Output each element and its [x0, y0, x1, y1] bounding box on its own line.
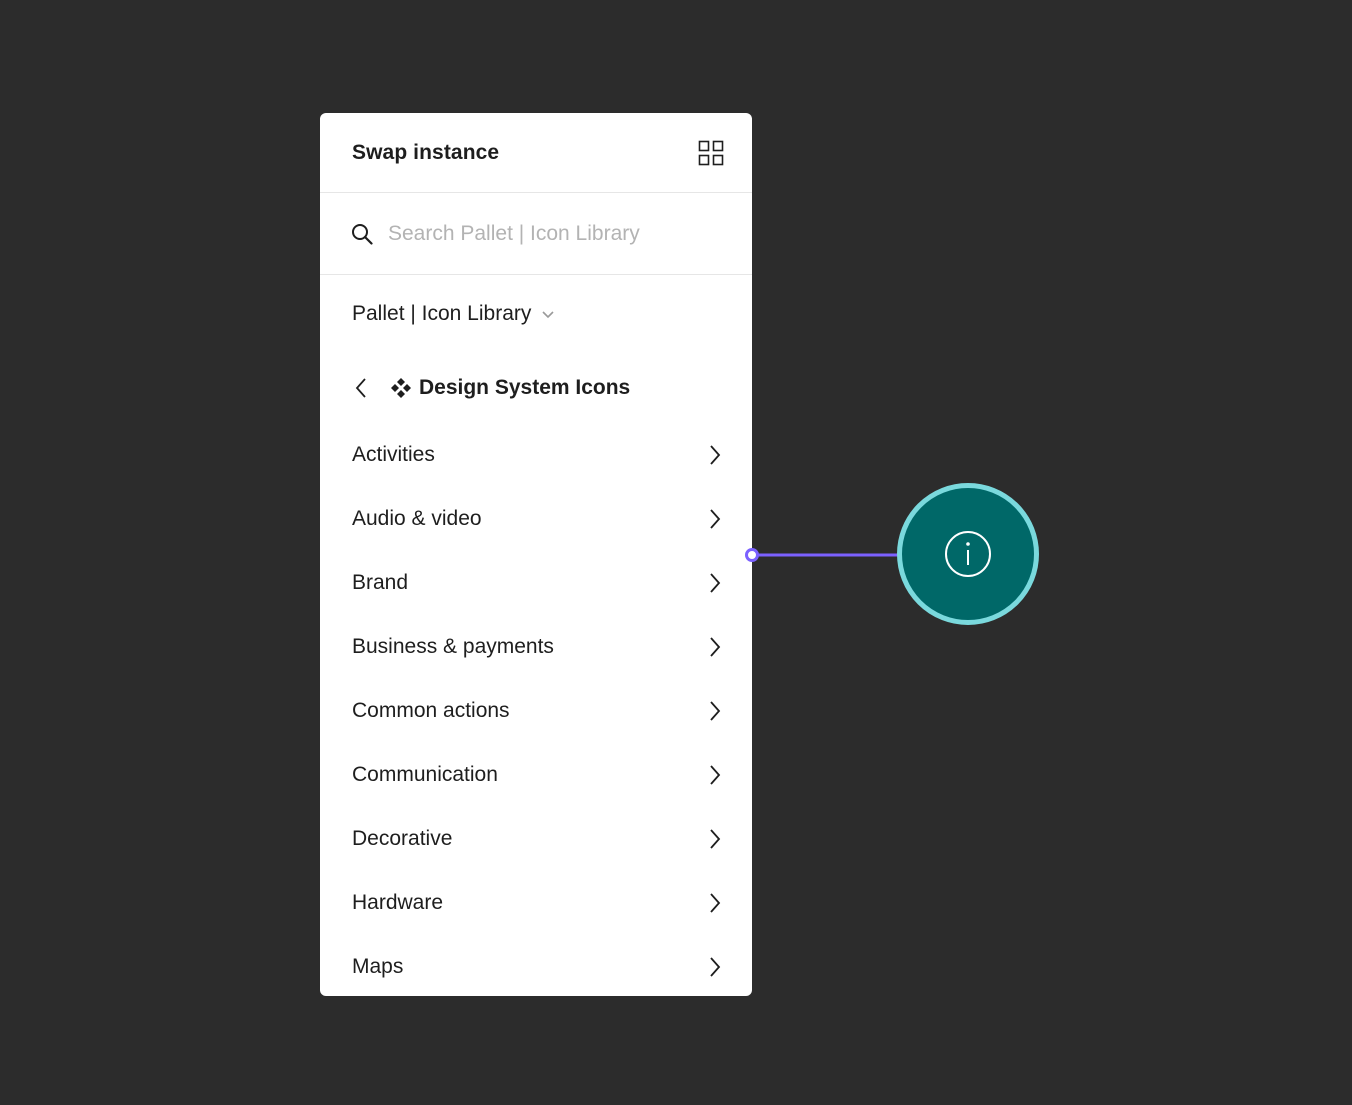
search-input[interactable]: [388, 221, 728, 246]
chevron-right-icon: [708, 636, 722, 658]
list-item[interactable]: Decorative: [320, 807, 752, 871]
info-annotation-badge: [897, 483, 1039, 625]
list-item[interactable]: Common actions: [320, 679, 752, 743]
library-label: Pallet | Icon Library: [352, 302, 532, 325]
chevron-right-icon: [708, 572, 722, 594]
list-item-label: Common actions: [352, 699, 510, 722]
chevron-right-icon: [708, 444, 722, 466]
list-item[interactable]: Hardware: [320, 871, 752, 935]
breadcrumb-title: Design System Icons: [419, 376, 631, 399]
list-item-label: Maps: [352, 955, 404, 978]
list-item[interactable]: Audio & video: [320, 487, 752, 551]
panel-header: Swap instance: [320, 113, 752, 193]
grid-view-button[interactable]: [696, 138, 726, 168]
list-item[interactable]: Communication: [320, 743, 752, 807]
list-item[interactable]: Maps: [320, 935, 752, 996]
back-button[interactable]: [350, 375, 372, 401]
list-item-label: Decorative: [352, 827, 453, 850]
component-icon: [390, 377, 412, 399]
panel-title: Swap instance: [352, 140, 500, 164]
search-icon: [350, 222, 374, 246]
library-selector[interactable]: Pallet | Icon Library: [320, 275, 752, 353]
chevron-right-icon: [708, 892, 722, 914]
grid-view-icon: [698, 140, 724, 165]
list-item-label: Brand: [352, 571, 409, 594]
info-icon: [945, 531, 991, 577]
chevron-right-icon: [708, 700, 722, 722]
list-item[interactable]: Activities: [320, 423, 752, 487]
search-row: [320, 193, 752, 275]
list-item-label: Hardware: [352, 891, 444, 914]
chevron-right-icon: [708, 828, 722, 850]
list-item[interactable]: Business & payments: [320, 615, 752, 679]
breadcrumb: Design System Icons: [320, 353, 752, 423]
chevron-right-icon: [708, 764, 722, 786]
list-item-label: Business & payments: [352, 635, 554, 658]
list-item-label: Activities: [352, 443, 435, 466]
list-item-label: Communication: [352, 763, 498, 786]
category-list: Activities Audio & video Brand Business …: [320, 423, 752, 996]
list-item[interactable]: Brand: [320, 551, 752, 615]
list-item-label: Audio & video: [352, 507, 482, 530]
chevron-right-icon: [708, 508, 722, 530]
chevron-left-icon: [355, 378, 366, 398]
swap-instance-panel: Swap instance Pallet | Icon Library: [320, 113, 752, 996]
chevron-right-icon: [708, 956, 722, 978]
chevron-down-icon: [541, 309, 555, 319]
